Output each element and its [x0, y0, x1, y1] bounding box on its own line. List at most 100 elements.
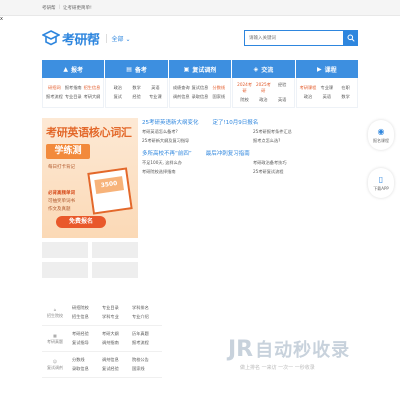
news-link[interactable]: 25考研新大纲及复习指导	[142, 138, 247, 144]
category-head[interactable]: ▦ 考研真题	[42, 333, 68, 345]
logo[interactable]: 考研帮	[42, 29, 100, 48]
top-bar: 考研帮 | 让考研更简单!	[0, 0, 400, 16]
book-illustration: 3500	[87, 167, 133, 215]
placeholder-tile	[42, 242, 88, 258]
city-selector[interactable]: 全部 ⌄	[105, 33, 131, 43]
nav-link[interactable]: 分数线	[209, 85, 228, 91]
category-link[interactable]: 分数线	[72, 357, 102, 363]
nav-link[interactable]: 考研课程	[299, 85, 318, 91]
nav-head-beikao[interactable]: ▤ 备考	[105, 60, 168, 78]
category-link[interactable]: 研招院校	[72, 305, 102, 311]
nav-link[interactable]: 复试	[108, 94, 127, 100]
nav-link[interactable]: 数学	[336, 94, 355, 100]
search-input[interactable]	[244, 30, 344, 46]
nav-link[interactable]: 复试信息	[191, 85, 210, 91]
chevron-down-icon: ⌄	[125, 35, 131, 43]
float-app-button[interactable]: ▯ 下载APP	[368, 168, 394, 198]
category-link[interactable]: 报考流程	[132, 340, 162, 346]
nav-link[interactable]: 成绩查询	[172, 85, 191, 91]
nav-column-baokao: ▲ 报考 研招网 报考指南 招生信息 报考流程 专业目录 考研大纲	[42, 60, 105, 108]
main-nav: ▲ 报考 研招网 报考指南 招生信息 报考流程 专业目录 考研大纲 ▤ 备考 政…	[42, 60, 358, 108]
nav-link[interactable]: 英语	[317, 94, 336, 100]
nav-link[interactable]: 考研大纲	[83, 94, 102, 100]
signup-button[interactable]: 免费报名	[56, 216, 106, 228]
news-block: 25考研英语新大纲变化 定了!10月9日报名 考研英语怎么备考? 25考研报考条…	[142, 118, 358, 144]
book-label: 3500	[94, 176, 125, 194]
nav-link[interactable]: 政治	[254, 97, 273, 103]
headline-link[interactable]: 25考研英语新大纲变化	[142, 118, 199, 126]
news-link[interactable]: 考研院校选择指南	[142, 169, 247, 175]
news-link[interactable]: 报考点怎么选?	[253, 138, 358, 144]
nav-links: 成绩查询 复试信息 分数线 调剂信息 录取信息 国家线	[168, 78, 232, 108]
nav-link[interactable]: 录取信息	[191, 94, 210, 100]
ad-placeholders	[42, 242, 138, 278]
search-button[interactable]	[344, 30, 358, 46]
category-link[interactable]: 专业介绍	[132, 314, 162, 320]
category-link[interactable]: 学科专业	[102, 314, 132, 320]
nav-link[interactable]: 院校	[235, 97, 254, 103]
category-link[interactable]: 考研经验	[72, 331, 102, 337]
chat-icon: ◈	[253, 65, 259, 73]
nav-links: 考研课程 专业课 在职 政治 英语 数学	[295, 78, 358, 108]
headline-link[interactable]: 定了!10月9日报名	[213, 118, 259, 126]
nav-link[interactable]: 专业目录	[64, 94, 83, 100]
nav-head-baokao[interactable]: ▲ 报考	[42, 60, 105, 78]
nav-link[interactable]: 数学	[127, 85, 146, 91]
nav-link[interactable]: 经验	[273, 82, 292, 94]
news-link[interactable]: 考研英语怎么备考?	[142, 129, 247, 135]
float-signup-button[interactable]: ◉ 报名课程	[368, 120, 394, 150]
nav-link[interactable]: 专业课	[146, 94, 165, 100]
nav-head-kecheng[interactable]: ▶ 课程	[295, 60, 358, 78]
nav-link[interactable]: 政治	[108, 85, 127, 91]
nav-head-fushi[interactable]: ▣ 复试调剂	[168, 60, 232, 78]
nav-link[interactable]: 2024考研	[235, 82, 254, 94]
category-head[interactable]: ⌂ 招生院校	[42, 307, 68, 319]
category-label: 考研真题	[47, 338, 63, 344]
nav-link[interactable]: 研招网	[45, 85, 64, 91]
news-link[interactable]: 不足100天, 这样么办	[142, 160, 247, 166]
logo-icon	[42, 30, 60, 46]
search-icon	[347, 34, 355, 42]
placeholder-tile	[92, 242, 138, 258]
nav-link[interactable]: 2025考研	[254, 82, 273, 94]
nav-column-kecheng: ▶ 课程 考研课程 专业课 在职 政治 英语 数学	[295, 60, 358, 108]
promo-banner[interactable]: 考研英语核心词汇 学练测 每日打卡背记 3500 必背高频单词 可抽奖单词书 作…	[42, 118, 138, 238]
category-link[interactable]: 录取信息	[72, 366, 102, 372]
category-link[interactable]: 复试指导	[72, 340, 102, 346]
news-link[interactable]: 考研政治备考技巧	[253, 160, 358, 166]
category-link[interactable]: 历年真题	[132, 331, 162, 337]
nav-link[interactable]: 经验	[127, 94, 146, 100]
banner-line-3: 作文及真题	[48, 207, 71, 212]
nav-head-jiaoliu[interactable]: ◈ 交流	[232, 60, 295, 78]
news-link[interactable]: 25考研报考条件汇总	[253, 129, 358, 135]
headline-link[interactable]: 多所高校不再“前四”	[142, 149, 192, 157]
nav-link[interactable]: 报考指南	[64, 85, 83, 91]
nav-link[interactable]: 国家线	[209, 94, 228, 100]
top-bar-site[interactable]: 考研帮	[42, 5, 56, 11]
nav-link[interactable]: 招生信息	[83, 85, 102, 91]
nav-link[interactable]: 调剂信息	[172, 94, 191, 100]
category-link[interactable]: 调剂指南	[102, 340, 132, 346]
category-link[interactable]: 调剂信息	[102, 357, 132, 363]
nav-link[interactable]: 专业课	[317, 85, 336, 91]
nav-link[interactable]: 报考流程	[45, 94, 64, 100]
category-link[interactable]: 复试经验	[102, 366, 132, 372]
news-list: 不足100天, 这样么办 考研政治备考技巧 考研院校选择指南 25考研复试流程	[142, 160, 358, 175]
category-link[interactable]: 学科排名	[132, 305, 162, 311]
category-link[interactable]: 考研大纲	[102, 331, 132, 337]
news-list: 考研英语怎么备考? 25考研报考条件汇总 25考研新大纲及复习指导 报考点怎么选…	[142, 129, 358, 144]
nav-title: 课程	[324, 66, 337, 74]
category-link[interactable]: 招生信息	[72, 314, 102, 320]
nav-link[interactable]: 在职	[336, 85, 355, 91]
nav-link[interactable]: 政治	[299, 94, 318, 100]
category-link[interactable]: 专业目录	[102, 305, 132, 311]
close-button[interactable]: x	[0, 16, 3, 22]
nav-link[interactable]: 英语	[273, 97, 292, 103]
news-link[interactable]: 25考研复试流程	[253, 169, 358, 175]
watermark-brand: 自动秒收录	[255, 340, 351, 361]
nav-link[interactable]: 英语	[146, 85, 165, 91]
category-link[interactable]: 国家线	[132, 366, 162, 372]
category-link[interactable]: 院校公告	[132, 357, 162, 363]
headline-link[interactable]: 最后冲刺复习指南	[206, 149, 250, 157]
category-head[interactable]: ☺ 复试调剂	[42, 359, 68, 371]
